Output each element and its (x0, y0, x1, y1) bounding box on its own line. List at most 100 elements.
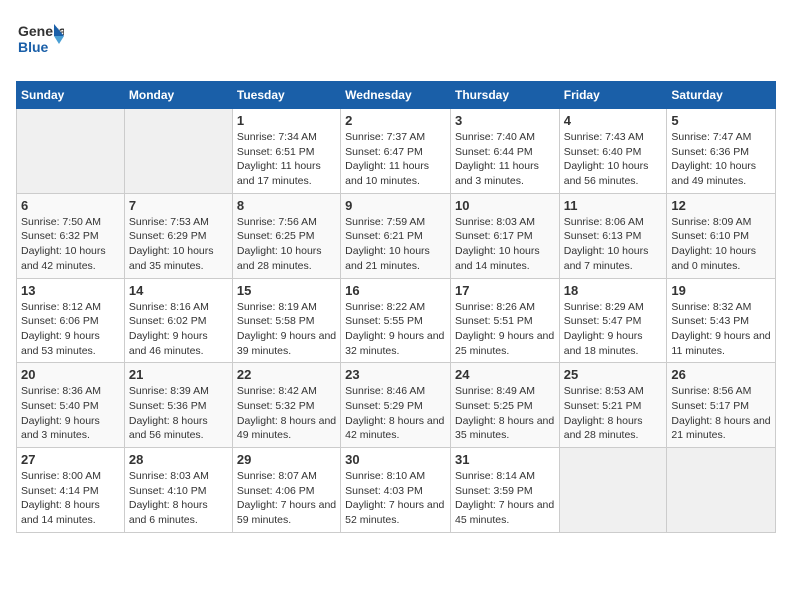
day-number: 10 (455, 198, 555, 213)
day-number: 3 (455, 113, 555, 128)
day-number: 30 (345, 452, 446, 467)
calendar-cell: 25 Sunrise: 8:53 AMSunset: 5:21 PMDayligh… (559, 363, 667, 448)
day-of-week-header: Monday (124, 82, 232, 109)
day-of-week-header: Thursday (450, 82, 559, 109)
day-number: 17 (455, 283, 555, 298)
calendar-cell: 7Sunrise: 7:53 AMSunset: 6:29 PMDaylight… (124, 193, 232, 278)
day-info: Sunrise: 8:32 AMSunset: 5:43 PMDaylight:… (671, 300, 771, 359)
logo: General Blue (16, 16, 64, 69)
calendar-cell: 6 Sunrise: 7:50 AMSunset: 6:32 PMDaylight… (17, 193, 125, 278)
day-number: 22 (237, 367, 336, 382)
day-info: Sunrise: 7:40 AMSunset: 6:44 PMDaylight:… (455, 130, 555, 189)
calendar-cell: 27 Sunrise: 8:00 AMSunset: 4:14 PMDayligh… (17, 448, 125, 533)
calendar-header-row: SundayMondayTuesdayWednesdayThursdayFrid… (17, 82, 776, 109)
calendar: SundayMondayTuesdayWednesdayThursdayFrid… (16, 81, 776, 533)
calendar-cell: 4 Sunrise: 7:43 AMSunset: 6:40 PMDaylight… (559, 109, 667, 194)
calendar-cell: 29 Sunrise: 8:07 AMSunset: 4:06 PMDayligh… (232, 448, 340, 533)
calendar-cell: 17 Sunrise: 8:26 AMSunset: 5:51 PMDayligh… (450, 278, 559, 363)
calendar-cell: 2 Sunrise: 7:37 AMSunset: 6:47 PMDaylight… (341, 109, 451, 194)
calendar-cell: 14 Sunrise: 8:16 AMSunset: 6:02 PMDayligh… (124, 278, 232, 363)
day-of-week-header: Tuesday (232, 82, 340, 109)
day-info: Sunrise: 8:49 AMSunset: 5:25 PMDaylight:… (455, 384, 555, 443)
day-number: 16 (345, 283, 446, 298)
calendar-cell: 10 Sunrise: 8:03 AMSunset: 6:17 PMDayligh… (450, 193, 559, 278)
day-number: 24 (455, 367, 555, 382)
svg-text:Blue: Blue (18, 39, 49, 55)
calendar-cell: 19 Sunrise: 8:32 AMSunset: 5:43 PMDayligh… (667, 278, 776, 363)
day-number: 2 (345, 113, 446, 128)
day-info: Sunrise: 8:19 AMSunset: 5:58 PMDaylight:… (237, 300, 336, 359)
day-info: Sunrise: 7:53 AMSunset: 6:29 PMDaylight:… (129, 215, 228, 274)
calendar-cell: 1Sunrise: 7:34 AMSunset: 6:51 PMDaylight… (232, 109, 340, 194)
day-number: 18 (564, 283, 663, 298)
calendar-cell: 3 Sunrise: 7:40 AMSunset: 6:44 PMDaylight… (450, 109, 559, 194)
day-info: Sunrise: 7:37 AMSunset: 6:47 PMDaylight:… (345, 130, 446, 189)
day-number: 5 (671, 113, 771, 128)
day-number: 13 (21, 283, 120, 298)
day-info: Sunrise: 8:29 AMSunset: 5:47 PMDaylight:… (564, 300, 663, 359)
day-number: 23 (345, 367, 446, 382)
calendar-cell: 15 Sunrise: 8:19 AMSunset: 5:58 PMDayligh… (232, 278, 340, 363)
day-of-week-header: Friday (559, 82, 667, 109)
day-info: Sunrise: 7:43 AMSunset: 6:40 PMDaylight:… (564, 130, 663, 189)
calendar-cell: 9Sunrise: 7:59 AMSunset: 6:21 PMDaylight… (341, 193, 451, 278)
calendar-cell: 5 Sunrise: 7:47 AMSunset: 6:36 PMDaylight… (667, 109, 776, 194)
calendar-cell: 11 Sunrise: 8:06 AMSunset: 6:13 PMDayligh… (559, 193, 667, 278)
day-info: Sunrise: 8:09 AMSunset: 6:10 PMDaylight:… (671, 215, 771, 274)
calendar-week-row: 27 Sunrise: 8:00 AMSunset: 4:14 PMDayligh… (17, 448, 776, 533)
day-number: 26 (671, 367, 771, 382)
day-number: 29 (237, 452, 336, 467)
day-info: Sunrise: 8:36 AMSunset: 5:40 PMDaylight:… (21, 384, 120, 443)
calendar-cell: 22Sunrise: 8:42 AMSunset: 5:32 PMDayligh… (232, 363, 340, 448)
calendar-cell: 13 Sunrise: 8:12 AMSunset: 6:06 PMDayligh… (17, 278, 125, 363)
day-number: 15 (237, 283, 336, 298)
day-info: Sunrise: 8:10 AMSunset: 4:03 PMDaylight:… (345, 469, 446, 528)
day-number: 11 (564, 198, 663, 213)
day-number: 1 (237, 113, 336, 128)
day-info: Sunrise: 8:12 AMSunset: 6:06 PMDaylight:… (21, 300, 120, 359)
day-info: Sunrise: 8:03 AMSunset: 6:17 PMDaylight:… (455, 215, 555, 274)
day-info: Sunrise: 7:59 AMSunset: 6:21 PMDaylight:… (345, 215, 446, 274)
day-number: 31 (455, 452, 555, 467)
day-number: 25 (564, 367, 663, 382)
day-of-week-header: Saturday (667, 82, 776, 109)
calendar-cell: 24 Sunrise: 8:49 AMSunset: 5:25 PMDayligh… (450, 363, 559, 448)
day-info: Sunrise: 7:47 AMSunset: 6:36 PMDaylight:… (671, 130, 771, 189)
day-number: 12 (671, 198, 771, 213)
calendar-cell (17, 109, 125, 194)
day-info: Sunrise: 8:46 AMSunset: 5:29 PMDaylight:… (345, 384, 446, 443)
calendar-cell (667, 448, 776, 533)
day-info: Sunrise: 7:50 AMSunset: 6:32 PMDaylight:… (21, 215, 120, 274)
day-info: Sunrise: 8:53 AMSunset: 5:21 PMDaylight:… (564, 384, 663, 443)
day-info: Sunrise: 8:06 AMSunset: 6:13 PMDaylight:… (564, 215, 663, 274)
day-info: Sunrise: 8:03 AMSunset: 4:10 PMDaylight:… (129, 469, 228, 528)
day-number: 19 (671, 283, 771, 298)
day-number: 14 (129, 283, 228, 298)
day-number: 20 (21, 367, 120, 382)
day-info: Sunrise: 7:56 AMSunset: 6:25 PMDaylight:… (237, 215, 336, 274)
day-info: Sunrise: 8:16 AMSunset: 6:02 PMDaylight:… (129, 300, 228, 359)
calendar-cell: 16 Sunrise: 8:22 AMSunset: 5:55 PMDayligh… (341, 278, 451, 363)
calendar-week-row: 1Sunrise: 7:34 AMSunset: 6:51 PMDaylight… (17, 109, 776, 194)
calendar-cell (559, 448, 667, 533)
day-number: 4 (564, 113, 663, 128)
day-of-week-header: Sunday (17, 82, 125, 109)
calendar-week-row: 6 Sunrise: 7:50 AMSunset: 6:32 PMDaylight… (17, 193, 776, 278)
day-info: Sunrise: 8:56 AMSunset: 5:17 PMDaylight:… (671, 384, 771, 443)
day-info: Sunrise: 8:00 AMSunset: 4:14 PMDaylight:… (21, 469, 120, 528)
day-number: 28 (129, 452, 228, 467)
day-info: Sunrise: 8:26 AMSunset: 5:51 PMDaylight:… (455, 300, 555, 359)
day-info: Sunrise: 8:39 AMSunset: 5:36 PMDaylight:… (129, 384, 228, 443)
calendar-cell: 12 Sunrise: 8:09 AMSunset: 6:10 PMDayligh… (667, 193, 776, 278)
calendar-cell: 23 Sunrise: 8:46 AMSunset: 5:29 PMDayligh… (341, 363, 451, 448)
calendar-week-row: 13 Sunrise: 8:12 AMSunset: 6:06 PMDayligh… (17, 278, 776, 363)
day-number: 6 (21, 198, 120, 213)
calendar-cell: 30 Sunrise: 8:10 AMSunset: 4:03 PMDayligh… (341, 448, 451, 533)
calendar-cell: 21Sunrise: 8:39 AMSunset: 5:36 PMDayligh… (124, 363, 232, 448)
day-info: Sunrise: 8:07 AMSunset: 4:06 PMDaylight:… (237, 469, 336, 528)
day-number: 27 (21, 452, 120, 467)
logo-graphic: General Blue (16, 16, 64, 69)
calendar-cell: 20 Sunrise: 8:36 AMSunset: 5:40 PMDayligh… (17, 363, 125, 448)
calendar-cell: 28 Sunrise: 8:03 AMSunset: 4:10 PMDayligh… (124, 448, 232, 533)
day-info: Sunrise: 8:22 AMSunset: 5:55 PMDaylight:… (345, 300, 446, 359)
